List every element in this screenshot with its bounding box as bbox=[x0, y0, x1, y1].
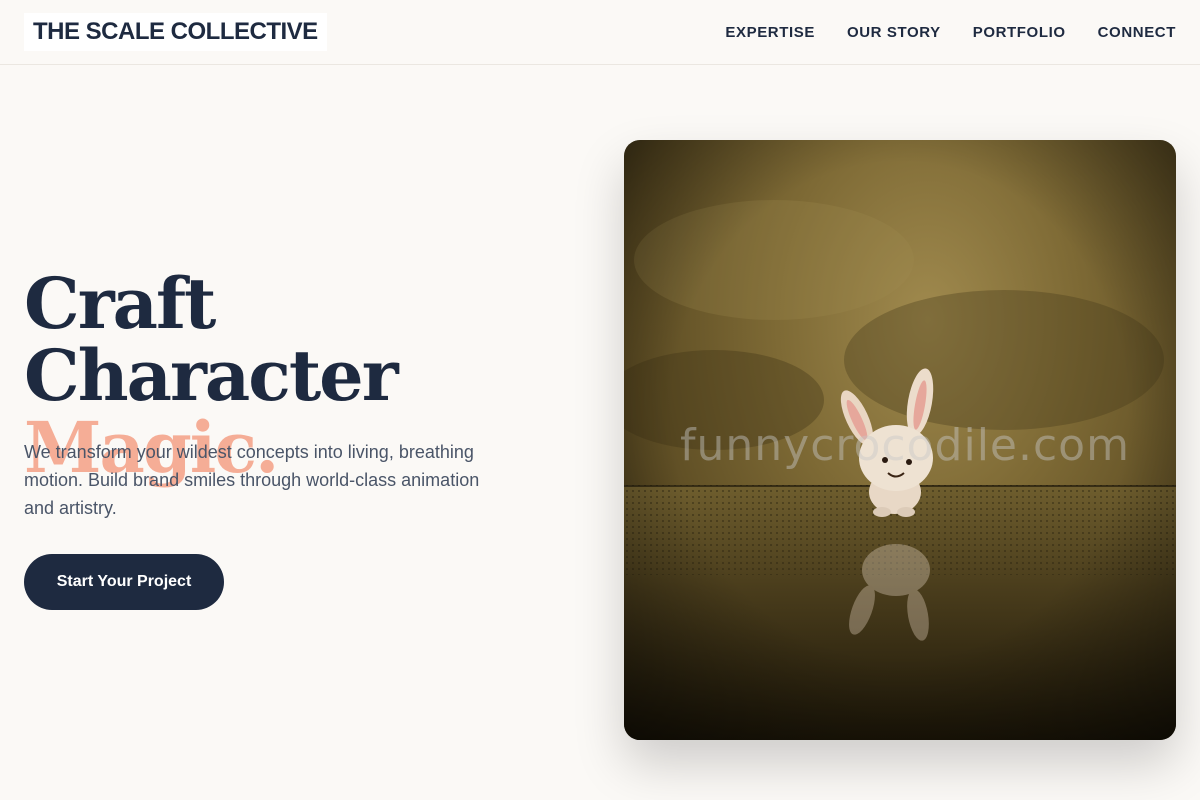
hero-image: funnycrocodile.com bbox=[624, 140, 1176, 740]
main-nav: EXPERTISE OUR STORY PORTFOLIO CONNECT bbox=[725, 0, 1176, 64]
image-watermark: funnycrocodile.com bbox=[680, 420, 1130, 471]
nav-link-connect[interactable]: CONNECT bbox=[1098, 24, 1176, 41]
start-project-button[interactable]: Start Your Project bbox=[24, 554, 224, 610]
hero-title-line1: Craft Character bbox=[24, 262, 399, 417]
nav-link-portfolio[interactable]: PORTFOLIO bbox=[973, 24, 1066, 41]
nav-link-expertise[interactable]: EXPERTISE bbox=[725, 24, 815, 41]
site-header: THE SCALE COLLECTIVE EXPERTISE OUR STORY… bbox=[0, 0, 1200, 65]
hero-description: We transform your wildest concepts into … bbox=[24, 442, 480, 518]
brand-logo[interactable]: THE SCALE COLLECTIVE bbox=[24, 13, 327, 51]
nav-link-our-story[interactable]: OUR STORY bbox=[847, 24, 941, 41]
